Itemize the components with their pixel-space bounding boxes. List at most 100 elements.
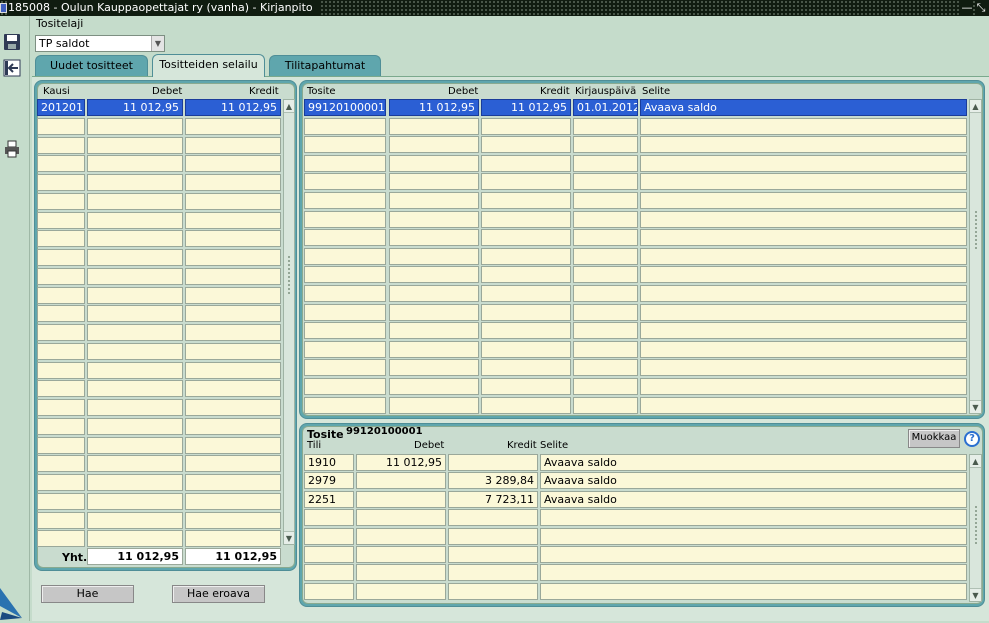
tab-tilitapahtumat[interactable]: Tilitapahtumat bbox=[269, 55, 381, 77]
grid-cell[interactable] bbox=[573, 247, 638, 265]
grid-cell[interactable] bbox=[481, 154, 571, 172]
grid-cell[interactable] bbox=[37, 155, 85, 173]
grid-cell[interactable] bbox=[640, 136, 967, 154]
grid-cell[interactable] bbox=[37, 511, 85, 529]
grid-cell[interactable] bbox=[640, 322, 967, 340]
grid-cell[interactable] bbox=[640, 359, 967, 377]
grid-cell[interactable] bbox=[37, 305, 85, 323]
grid-cell[interactable] bbox=[87, 399, 183, 416]
grid-cell[interactable] bbox=[540, 546, 967, 563]
grid-cell[interactable] bbox=[185, 492, 281, 510]
grid-cell[interactable] bbox=[640, 378, 967, 395]
grid-cell[interactable] bbox=[481, 378, 571, 395]
grid-cell[interactable] bbox=[448, 564, 538, 582]
scroll-down-icon[interactable]: ▼ bbox=[284, 531, 294, 544]
grid-cell[interactable] bbox=[640, 210, 967, 228]
grid-cell[interactable] bbox=[573, 303, 638, 321]
grid-cell[interactable] bbox=[356, 582, 446, 600]
grid-cell[interactable] bbox=[640, 285, 967, 302]
hae-eroava-button[interactable]: Hae eroava bbox=[172, 585, 265, 603]
grid-cell[interactable] bbox=[573, 340, 638, 358]
grid-cell[interactable] bbox=[573, 192, 638, 209]
grid-cell[interactable] bbox=[37, 117, 85, 135]
grid-cell[interactable] bbox=[37, 249, 85, 266]
grid-cell[interactable]: Avaava saldo bbox=[640, 99, 967, 116]
grid-cell[interactable] bbox=[481, 340, 571, 358]
scroll-down-icon[interactable]: ▼ bbox=[970, 400, 981, 413]
hae-button[interactable]: Hae bbox=[41, 585, 134, 603]
grid-cell[interactable] bbox=[87, 511, 183, 529]
grid-cell[interactable] bbox=[304, 285, 386, 302]
grid-cell[interactable] bbox=[481, 359, 571, 377]
grid-cell[interactable] bbox=[185, 267, 281, 285]
grid-cell[interactable] bbox=[185, 174, 281, 191]
scroll-down-icon[interactable]: ▼ bbox=[970, 588, 981, 601]
grid-cell[interactable]: 01.01.2012 bbox=[573, 99, 638, 116]
grid-cell[interactable] bbox=[356, 490, 446, 508]
grid-cell[interactable] bbox=[573, 136, 638, 154]
grid-cell[interactable] bbox=[185, 474, 281, 491]
grid-cell[interactable] bbox=[389, 117, 479, 135]
grid-cell[interactable] bbox=[87, 117, 183, 135]
grid-cell[interactable] bbox=[87, 305, 183, 323]
grid-cell[interactable] bbox=[185, 436, 281, 454]
grid-cell[interactable] bbox=[640, 266, 967, 284]
grid-cell[interactable] bbox=[304, 154, 386, 172]
grid-cell[interactable] bbox=[37, 380, 85, 398]
tab-uudet-tositteet[interactable]: Uudet tositteet bbox=[35, 55, 148, 77]
grid-cell[interactable] bbox=[87, 249, 183, 266]
grid-cell[interactable] bbox=[304, 173, 386, 191]
grid-cell[interactable] bbox=[356, 509, 446, 527]
grid-cell[interactable] bbox=[185, 155, 281, 173]
grid-cell[interactable] bbox=[481, 136, 571, 154]
grid-cell[interactable] bbox=[87, 417, 183, 435]
scroll-up-icon[interactable]: ▲ bbox=[284, 100, 294, 113]
grid-cell[interactable] bbox=[448, 454, 538, 471]
scroll-up-icon[interactable]: ▲ bbox=[970, 100, 981, 113]
grid-cell[interactable]: 201201 bbox=[37, 99, 85, 116]
grid-cell[interactable] bbox=[304, 340, 386, 358]
grid-cell[interactable] bbox=[37, 211, 85, 229]
grid-cell[interactable]: Avaava saldo bbox=[540, 490, 967, 508]
grid-cell[interactable] bbox=[389, 136, 479, 154]
grid-cell[interactable] bbox=[389, 229, 479, 247]
grid-cell[interactable]: 3 289,84 bbox=[448, 472, 538, 490]
grid-cell[interactable] bbox=[540, 582, 967, 600]
grid-cell[interactable] bbox=[573, 266, 638, 284]
grid-cell[interactable] bbox=[481, 396, 571, 414]
scroll-grip[interactable] bbox=[287, 255, 291, 295]
periods-scrollbar[interactable]: ▲ ▼ bbox=[283, 99, 295, 545]
grid-cell[interactable] bbox=[87, 155, 183, 173]
grid-cell[interactable] bbox=[573, 117, 638, 135]
grid-cell[interactable] bbox=[185, 192, 281, 210]
grid-cell[interactable]: Avaava saldo bbox=[540, 454, 967, 471]
grid-cell[interactable] bbox=[87, 324, 183, 341]
minimize-icon[interactable]: — bbox=[961, 0, 973, 16]
grid-cell[interactable] bbox=[640, 154, 967, 172]
grid-cell[interactable] bbox=[389, 210, 479, 228]
grid-cell[interactable] bbox=[87, 267, 183, 285]
grid-cell[interactable] bbox=[37, 230, 85, 248]
grid-cell[interactable] bbox=[304, 210, 386, 228]
grid-cell[interactable] bbox=[304, 564, 354, 582]
grid-cell[interactable] bbox=[304, 378, 386, 395]
exit-icon[interactable] bbox=[2, 59, 22, 79]
grid-cell[interactable] bbox=[185, 342, 281, 360]
grid-cell[interactable] bbox=[185, 324, 281, 341]
grid-cell[interactable] bbox=[481, 322, 571, 340]
grid-cell[interactable] bbox=[37, 192, 85, 210]
grid-cell[interactable] bbox=[448, 527, 538, 545]
grid-cell[interactable] bbox=[573, 229, 638, 247]
grid-cell[interactable] bbox=[389, 378, 479, 395]
grid-cell[interactable]: 1910 bbox=[304, 454, 354, 471]
grid-cell[interactable] bbox=[304, 546, 354, 563]
grid-cell[interactable] bbox=[389, 266, 479, 284]
grid-cell[interactable]: 11 012,95 bbox=[185, 99, 281, 116]
grid-cell[interactable] bbox=[640, 173, 967, 191]
grid-cell[interactable] bbox=[573, 154, 638, 172]
save-icon[interactable] bbox=[2, 33, 22, 53]
grid-cell[interactable]: 7 723,11 bbox=[448, 490, 538, 508]
grid-cell[interactable] bbox=[448, 509, 538, 527]
grid-cell[interactable] bbox=[185, 417, 281, 435]
grid-cell[interactable] bbox=[304, 527, 354, 545]
